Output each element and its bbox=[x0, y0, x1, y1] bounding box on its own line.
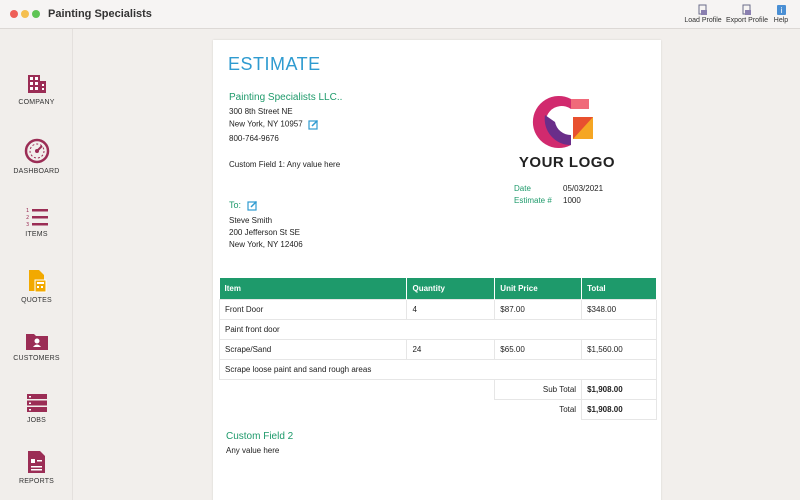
export-profile-button[interactable]: Export Profile bbox=[725, 4, 769, 28]
item-unit-price: $65.00 bbox=[494, 338, 583, 360]
item-quantity: 4 bbox=[406, 298, 496, 320]
recipient-address-line2: New York, NY 12406 bbox=[229, 240, 303, 249]
sidebar-item-label: COMPANY bbox=[18, 99, 55, 106]
load-profile-label: Load Profile bbox=[684, 17, 722, 24]
company-name[interactable]: Painting Specialists LLC.. bbox=[229, 92, 342, 103]
to-label: To: bbox=[229, 200, 242, 210]
custom-field-2-value: Any value here bbox=[226, 446, 280, 455]
svg-text:3: 3 bbox=[26, 222, 29, 227]
estimate-document: ESTIMATE Painting Specialists LLC.. 300 … bbox=[213, 40, 661, 500]
column-header-quantity: Quantity bbox=[406, 278, 496, 299]
estimate-number-label: Estimate # bbox=[514, 196, 552, 205]
zoom-window-button[interactable] bbox=[32, 10, 40, 18]
stacked-bars-icon bbox=[26, 394, 47, 412]
company-address-line2-row: New York, NY 10957 bbox=[229, 119, 319, 130]
sidebar-item-label: REPORTS bbox=[18, 478, 55, 485]
table-row[interactable]: Front Door 4 $87.00 $348.00 bbox=[218, 298, 657, 320]
sidebar-item-label: ITEMS bbox=[25, 231, 48, 238]
subtotal-row: Sub Total $1,908.00 bbox=[220, 378, 657, 400]
edit-recipient-icon[interactable] bbox=[246, 200, 258, 211]
column-header-item: Item bbox=[219, 278, 408, 299]
minimize-window-button[interactable] bbox=[21, 10, 29, 18]
company-address-line1: 300 8th Street NE bbox=[229, 107, 293, 116]
sidebar-item-label: CUSTOMERS bbox=[13, 355, 60, 362]
sidebar-item-label: DASHBOARD bbox=[13, 168, 60, 175]
report-icon bbox=[27, 451, 45, 473]
table-row-description[interactable]: Scrape loose paint and sand rough areas bbox=[219, 358, 657, 380]
date-value[interactable]: 05/03/2021 bbox=[563, 184, 603, 193]
subtotal-label: Sub Total bbox=[494, 378, 583, 400]
recipient-name: Steve Smith bbox=[229, 216, 273, 225]
custom-field-1: Custom Field 1: Any value here bbox=[229, 160, 341, 169]
sidebar-item-company[interactable]: COMPANY bbox=[0, 73, 73, 106]
total-row: Total $1,908.00 bbox=[220, 398, 657, 420]
item-description: Paint front door bbox=[219, 318, 657, 340]
recipient-label-row: To: bbox=[229, 200, 258, 211]
sidebar-item-reports[interactable]: REPORTS bbox=[0, 450, 73, 485]
sidebar-item-items[interactable]: 1 2 3 ITEMS bbox=[0, 207, 73, 238]
sidebar-item-jobs[interactable]: JOBS bbox=[0, 393, 73, 424]
item-name: Front Door bbox=[218, 298, 408, 320]
document-title: ESTIMATE bbox=[228, 54, 321, 74]
estimate-number-value[interactable]: 1000 bbox=[563, 196, 581, 205]
logo-text: YOUR LOGO bbox=[518, 154, 616, 171]
edit-company-icon[interactable] bbox=[308, 119, 319, 130]
sidebar-item-label: QUOTES bbox=[21, 297, 52, 304]
help-label: Help bbox=[773, 17, 789, 24]
window-title: Painting Specialists bbox=[48, 8, 152, 20]
column-header-unit-price: Unit Price bbox=[494, 278, 583, 299]
load-profile-icon bbox=[698, 4, 707, 15]
item-unit-price: $87.00 bbox=[494, 298, 583, 320]
main-content: ESTIMATE Painting Specialists LLC.. 300 … bbox=[74, 29, 800, 500]
column-header-total: Total bbox=[581, 278, 657, 299]
sidebar-item-quotes[interactable]: QUOTES bbox=[0, 269, 73, 304]
total-value: $1,908.00 bbox=[581, 398, 657, 420]
svg-text:2: 2 bbox=[26, 215, 29, 221]
export-profile-label: Export Profile bbox=[725, 17, 769, 24]
title-bar: Painting Specialists Load Profile Export… bbox=[0, 0, 800, 29]
company-address-line2: New York, NY 10957 bbox=[229, 119, 303, 129]
item-description: Scrape loose paint and sand rough areas bbox=[219, 358, 657, 380]
custom-field-2-label[interactable]: Custom Field 2 bbox=[226, 431, 293, 442]
subtotal-value: $1,908.00 bbox=[581, 378, 657, 400]
numbered-list-icon: 1 2 3 bbox=[26, 208, 48, 227]
table-header-row: Item Quantity Unit Price Total bbox=[219, 278, 657, 299]
help-button[interactable]: i Help bbox=[771, 4, 791, 28]
company-phone: 800-764-9676 bbox=[229, 134, 279, 143]
item-total: $348.00 bbox=[581, 298, 657, 320]
close-window-button[interactable] bbox=[10, 10, 18, 18]
items-table: Item Quantity Unit Price Total Front Doo… bbox=[218, 278, 657, 420]
load-profile-button[interactable]: Load Profile bbox=[684, 4, 722, 28]
svg-text:i: i bbox=[780, 6, 782, 15]
sidebar: COMPANY DASHBOARD 1 2 3 ITEMS QUOTES CUS… bbox=[0, 29, 73, 500]
item-name: Scrape/Sand bbox=[218, 338, 408, 360]
sidebar-item-customers[interactable]: CUSTOMERS bbox=[0, 331, 73, 362]
item-total: $1,560.00 bbox=[581, 338, 657, 360]
sidebar-item-label: JOBS bbox=[26, 417, 47, 424]
table-row-description[interactable]: Paint front door bbox=[219, 318, 657, 340]
building-icon bbox=[27, 75, 46, 93]
table-row[interactable]: Scrape/Sand 24 $65.00 $1,560.00 bbox=[218, 338, 657, 360]
item-quantity: 24 bbox=[406, 338, 496, 360]
export-profile-icon bbox=[742, 4, 751, 15]
total-label: Total bbox=[559, 404, 577, 414]
document-calculator-icon bbox=[28, 270, 46, 293]
date-label: Date bbox=[514, 184, 531, 193]
folder-person-icon bbox=[25, 334, 48, 350]
sidebar-item-dashboard[interactable]: DASHBOARD bbox=[0, 138, 73, 175]
recipient-address-line1: 200 Jefferson St SE bbox=[229, 228, 301, 237]
svg-text:1: 1 bbox=[26, 208, 29, 214]
help-icon: i bbox=[776, 5, 786, 15]
gauge-icon bbox=[24, 138, 49, 164]
